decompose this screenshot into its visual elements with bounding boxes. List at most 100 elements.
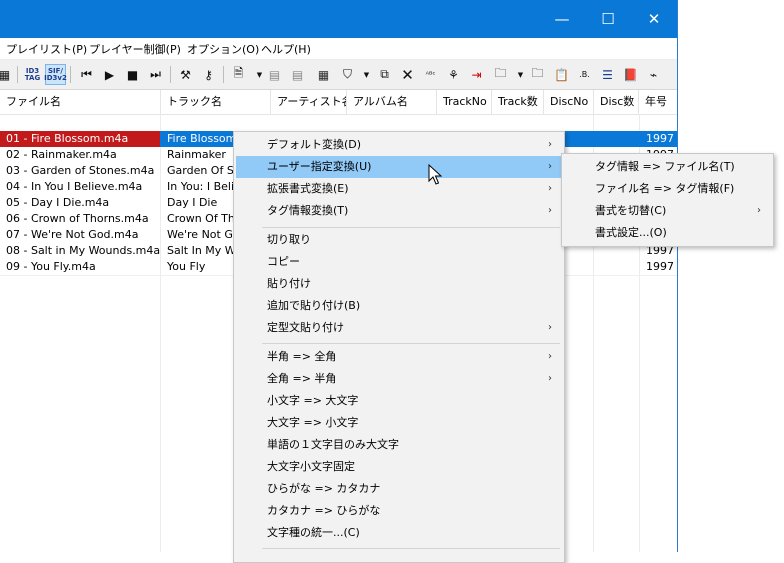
yellow-grid-icon[interactable]: ▦: [313, 64, 334, 85]
plug-icon[interactable]: ⌁: [643, 64, 664, 85]
file-name-cell: 04 - In You I Believe.m4a: [6, 180, 143, 193]
previous-track-button[interactable]: ⏮: [76, 64, 97, 85]
maximize-button[interactable]: ☐: [585, 0, 631, 38]
column-disc-count[interactable]: Disc数: [594, 90, 639, 114]
stamp-icon[interactable]: ⛉: [337, 64, 358, 85]
menu-item-hiragana-to-katakana[interactable]: ひらがな => カタカナ: [236, 478, 562, 500]
menu-item-label: 単語の１文字目のみ大文字: [267, 438, 399, 451]
red-arrow-icon[interactable]: ⇥: [466, 64, 487, 85]
column-disc-no[interactable]: DiscNo: [544, 90, 594, 114]
next-track-button[interactable]: ⏭: [145, 64, 166, 85]
toolbar-separator: [223, 66, 224, 83]
skip-forward-icon: ⏭: [150, 67, 161, 81]
column-track-no[interactable]: TrackNo: [437, 90, 492, 114]
grid-icon[interactable]: ▦: [0, 64, 15, 85]
stop-button[interactable]: ■: [122, 64, 143, 85]
menu-item-template-paste[interactable]: 定型文貼り付け ›: [236, 317, 562, 339]
menu-item-label: タグ情報 => ファイル名(T): [595, 160, 735, 173]
menu-item-label: ユーザー指定変換(U): [267, 160, 372, 173]
chevron-right-icon: ›: [548, 322, 552, 333]
chevron-right-icon: ›: [548, 183, 552, 194]
menu-player-control[interactable]: プレイヤー制御(P): [89, 41, 181, 57]
menu-help[interactable]: ヘルプ(H): [261, 41, 311, 57]
id3-tag-button[interactable]: ID3 TAG: [22, 64, 43, 85]
menu-item-label: 定型文貼り付け: [267, 321, 344, 334]
menu-playlist[interactable]: プレイリスト(P): [6, 41, 87, 57]
list-icon[interactable]: ☰: [597, 64, 618, 85]
sif-id3v2-button[interactable]: SIF/ ID3v2: [44, 64, 67, 85]
add-folder-icon[interactable]: 🗀: [527, 64, 548, 85]
wand-icon[interactable]: ⚒: [175, 64, 196, 85]
menu-item-label: 小文字 => 大文字: [267, 394, 359, 407]
menu-item-label: 貼り付け: [267, 277, 311, 290]
toolbar-separator: [17, 66, 18, 83]
close-button[interactable]: ✕: [631, 0, 677, 38]
menu-item-full-to-half[interactable]: 全角 => 半角 ›: [236, 368, 562, 390]
menu-separator: [262, 227, 560, 228]
column-track-name[interactable]: トラック名: [161, 90, 271, 114]
menu-item-upper-to-lower[interactable]: 大文字 => 小文字: [236, 412, 562, 434]
menu-item-user-convert[interactable]: ユーザー指定変換(U) ›: [236, 156, 562, 178]
menu-item-label: タグ情報変換(T): [267, 204, 349, 217]
network-icon[interactable]: ⚘: [443, 64, 464, 85]
menu-item-label: 半角 => 全角: [267, 350, 337, 363]
submenu-item-filename-to-tag[interactable]: ファイル名 => タグ情報(F): [564, 178, 771, 200]
year-cell: 1997: [646, 260, 674, 273]
file-name-cell: 06 - Crown of Thorns.m4a: [6, 212, 149, 225]
menu-item-paste[interactable]: 貼り付け: [236, 273, 562, 295]
menu-item-tag-convert[interactable]: タグ情報変換(T) ›: [236, 200, 562, 222]
clipboard-icon[interactable]: 📋: [551, 64, 572, 85]
menu-item-label: ひらがな => カタカナ: [267, 482, 381, 495]
menu-separator: [262, 343, 560, 344]
menu-item-half-to-full[interactable]: 半角 => 全角 ›: [236, 346, 562, 368]
menu-item-unify-char-type[interactable]: 文字種の統一...(C): [236, 522, 562, 544]
spellcheck-icon[interactable]: ᴬᴮᶜ: [420, 64, 441, 85]
file-name-cell: 05 - Day I Die.m4a: [6, 196, 110, 209]
delete-icon[interactable]: ✕: [397, 64, 418, 85]
menu-item-label: 切り取り: [267, 233, 311, 246]
file-name-cell: 07 - We're Not God.m4a: [6, 228, 139, 241]
menu-item-label: コピー: [267, 255, 300, 268]
submenu-item-tag-to-filename[interactable]: タグ情報 => ファイル名(T): [564, 156, 771, 178]
menu-options[interactable]: オプション(O): [187, 41, 259, 57]
toolbar-separator: [170, 66, 171, 83]
menu-item-default-convert[interactable]: デフォルト変換(D) ›: [236, 134, 562, 156]
column-artist[interactable]: アーティスト名: [271, 90, 347, 114]
book-icon[interactable]: 📕: [620, 64, 641, 85]
toolbar: ▦ ID3 TAG SIF/ ID3v2 ⏮ ▶ ■ ⏭ ⚒ ⚷ 🗎 ▼ ▤ ▤…: [0, 60, 677, 90]
column-file-name[interactable]: ファイル名: [0, 90, 161, 114]
file-name-cell: 01 - Fire Blossom.m4a: [0, 131, 160, 147]
menu-item-extended-format[interactable]: 拡張書式変換(E) ›: [236, 178, 562, 200]
minimize-button[interactable]: —: [539, 0, 585, 38]
submenu-item-switch-format[interactable]: 書式を切替(C) ›: [564, 200, 771, 222]
menu-item-label: 書式設定...(O): [595, 226, 667, 239]
column-album[interactable]: アルバム名: [347, 90, 437, 114]
menu-item-label: デフォルト変換(D): [267, 138, 362, 151]
menu-item-case-fixed[interactable]: 大文字小文字固定: [236, 456, 562, 478]
menu-bar: プレイリスト(P) プレイヤー制御(P) オプション(O) ヘルプ(H): [0, 38, 677, 60]
text-format-icon[interactable]: .B.: [574, 64, 595, 85]
column-year[interactable]: 年号: [639, 90, 677, 114]
menu-item-capitalize-words[interactable]: 単語の１文字目のみ大文字: [236, 434, 562, 456]
menu-item-append-paste[interactable]: 追加で貼り付け(B): [236, 295, 562, 317]
menu-item-label: カタカナ => ひらがな: [267, 504, 381, 517]
file-name-cell: 09 - You Fly.m4a: [6, 260, 96, 273]
menu-item-cut[interactable]: 切り取り: [236, 229, 562, 251]
table-icon[interactable]: ▤: [287, 64, 308, 85]
submenu-item-format-settings[interactable]: 書式設定...(O): [564, 222, 771, 244]
column-track-count[interactable]: Track数: [492, 90, 544, 114]
chevron-right-icon: ›: [757, 205, 761, 216]
menu-item-lower-to-upper[interactable]: 小文字 => 大文字: [236, 390, 562, 412]
folder-star-icon[interactable]: 🗀: [490, 64, 511, 85]
play-button[interactable]: ▶: [99, 64, 120, 85]
copy-icon[interactable]: ⧉: [374, 64, 395, 85]
menu-item-copy[interactable]: コピー: [236, 251, 562, 273]
help-key-icon[interactable]: ⚷: [198, 64, 219, 85]
stop-icon: ■: [126, 67, 139, 82]
menu-item-katakana-to-hiragana[interactable]: カタカナ => ひらがな: [236, 500, 562, 522]
menu-item-label: 書式を切替(C): [595, 204, 667, 217]
title-bar[interactable]: — ☐ ✕: [0, 0, 677, 38]
document-convert-icon[interactable]: 🗎: [228, 64, 249, 85]
table-icon[interactable]: ▤: [264, 64, 285, 85]
file-name-cell: 02 - Rainmaker.m4a: [6, 148, 117, 161]
